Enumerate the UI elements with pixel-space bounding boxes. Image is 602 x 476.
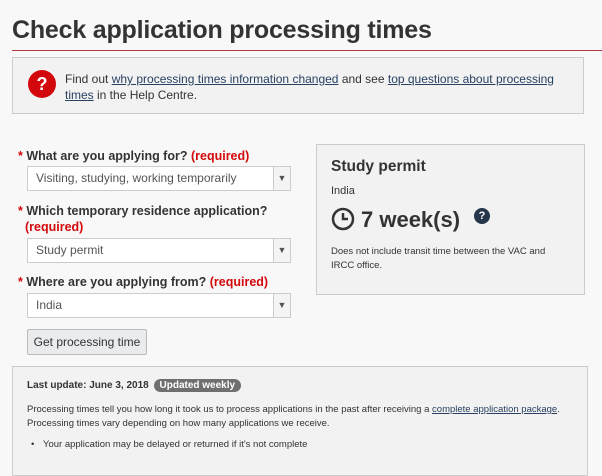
last-update: Last update: June 3, 2018 Updated weekly: [27, 379, 242, 392]
processing-times-description: Processing times tell you how long it to…: [27, 404, 560, 429]
temporary-residence-label: * Which temporary residence application?…: [18, 204, 268, 234]
temporary-residence-select[interactable]: Study permit ▼: [27, 238, 291, 263]
last-update-panel: Last update: June 3, 2018 Updated weekly…: [12, 366, 588, 476]
applying-from-select[interactable]: India ▼: [27, 293, 291, 318]
title-divider: [12, 50, 602, 51]
result-title: Study permit: [331, 158, 426, 175]
updated-weekly-badge: Updated weekly: [153, 379, 242, 392]
clock-icon: [331, 207, 355, 231]
processing-time-value: 7 week(s): [361, 207, 461, 232]
chevron-down-icon[interactable]: ▼: [273, 294, 290, 317]
question-circle-icon: ?: [28, 70, 56, 98]
chevron-down-icon[interactable]: ▼: [273, 167, 290, 190]
chevron-down-icon[interactable]: ▼: [273, 239, 290, 262]
result-note: Does not include transit time between th…: [331, 246, 546, 271]
applying-from-label: * Where are you applying from? (required…: [18, 275, 269, 289]
help-notice: ? Find out why processing times informat…: [12, 57, 584, 114]
applying-for-select[interactable]: Visiting, studying, working temporarily …: [27, 166, 291, 191]
applying-for-label: * What are you applying for? (required): [18, 149, 250, 163]
get-processing-time-button[interactable]: Get processing time: [27, 329, 147, 355]
complete-application-package-link[interactable]: complete application package: [432, 404, 557, 415]
question-circle-icon[interactable]: ?: [474, 208, 490, 224]
result-country: India: [331, 185, 355, 197]
list-item: Your application may be delayed or retur…: [31, 439, 307, 450]
page-title: Check application processing times: [12, 16, 432, 44]
result-panel: Study permit India 7 week(s) ? Does not …: [316, 144, 585, 295]
help-notice-text: Find out why processing times informatio…: [65, 72, 554, 102]
processing-times-changed-link[interactable]: why processing times information changed: [112, 72, 339, 86]
